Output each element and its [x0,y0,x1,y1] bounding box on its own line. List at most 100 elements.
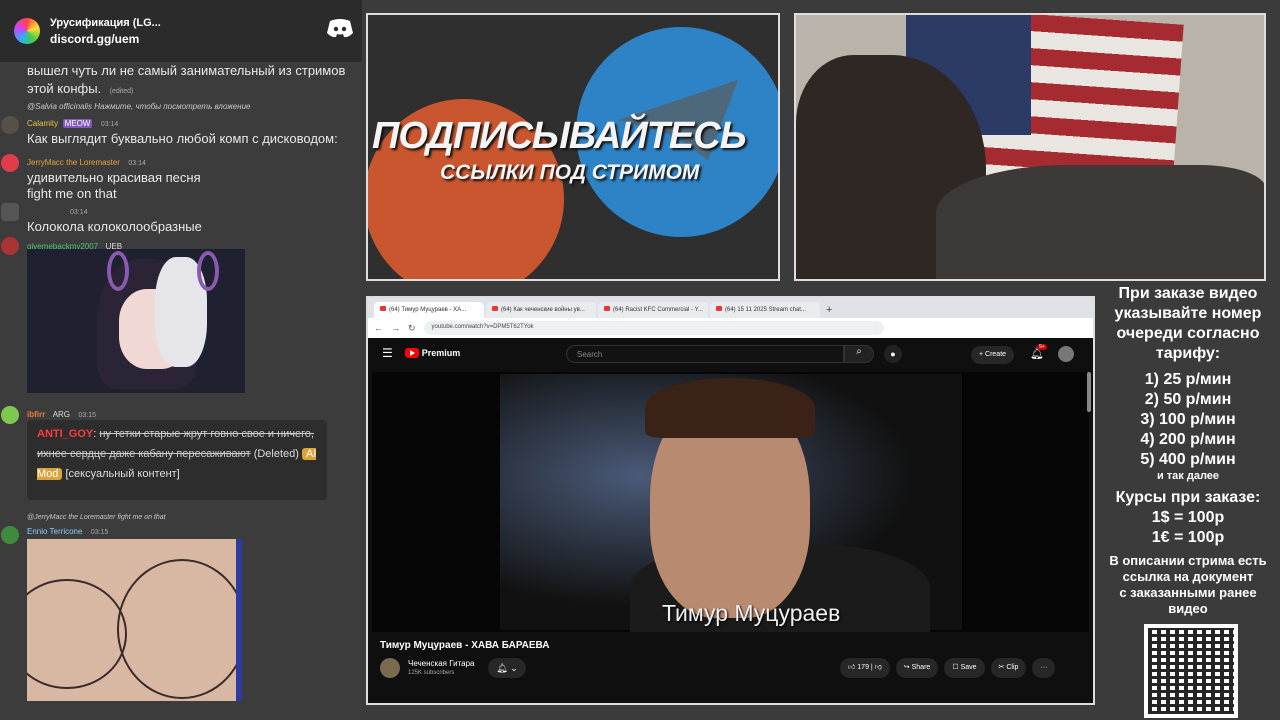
timestamp: 03:14 [100,121,119,128]
qr-code [1144,624,1238,718]
username[interactable]: Ennio Terricone [27,527,82,536]
user-badge: ARG [52,410,71,419]
video-title: Тимур Муцураев - ХАВА БАРАЕВА [380,640,550,651]
channel-avatar[interactable] [380,658,400,678]
search-input[interactable]: Search [566,345,844,363]
description-line: В описании стрима есть [1109,553,1267,568]
user-badge: MEOW [62,119,93,128]
save-icon: ☐ [952,664,959,671]
reload-icon[interactable]: ↻ [408,323,416,334]
menu-icon[interactable]: ☰ [382,346,393,360]
username[interactable]: ibfirr [27,410,45,419]
share-label: Share [911,664,931,671]
video-caption: Тимур Муцураев [662,600,841,626]
message-2: @Salvia officinalis Нажмите, чтобы посмо… [0,102,362,147]
subscribe-promo-banner: ПОДПИСЫВАЙТЕСЬ ССЫЛКИ ПОД СТРИМОМ [366,13,780,281]
video-actions: 👍︎ 179 | 👎︎ ↪ Share ☐ Save ✂ Clip ··· [840,658,1056,678]
channel-name[interactable]: Чеченская Гитара [408,659,475,668]
discord-logo-icon [327,19,353,38]
reply-preview[interactable]: @Salvia officinalis Нажмите, чтобы посмо… [27,102,362,111]
clip-label: Clip [1006,664,1019,671]
video-frame [500,374,962,632]
new-tab-button[interactable]: + [826,304,832,316]
scrollbar[interactable] [1087,372,1091,412]
save-button[interactable]: ☐ Save [944,658,985,678]
message-text: fight me on that [27,186,117,201]
server-invite[interactable]: discord.gg/uem [50,32,161,46]
message-text: Колокола колоколообразные [27,219,202,234]
back-icon[interactable]: ← [374,323,383,333]
avatar [1,237,19,255]
image-sketch-shape [117,559,236,699]
browser-window: (64) Тимур Муцураев - ХА... (64) Как чеч… [366,296,1095,705]
info-line: очереди согласно [1116,325,1260,342]
thumb-down-icon[interactable]: 👎︎ [875,664,882,671]
address-bar-row: ← → ↻ youtube.com/watch?v=DPM5T62TYok [368,318,1093,338]
message-3: JerryMacc the Loremaster 03:14 удивитель… [0,152,362,202]
eur-rate: 1€ = 100р [1151,529,1225,546]
avatar [1,203,19,221]
youtube-favicon-icon [492,306,498,311]
video-figure-cap [645,378,815,438]
username[interactable]: Calamity [27,119,58,128]
share-icon: ↪ [903,664,910,671]
browser-tab[interactable]: (64) Racist KFC Commercial - Y... [598,302,708,318]
timestamp: 03:14 [128,160,146,167]
thumb-up-icon: 👍︎ [848,664,856,671]
username[interactable]: JerryMacc the Loremaster [27,158,120,167]
tab-title: (64) 15 11 2025 Stream chat... [725,307,806,313]
info-line: При заказе видео [1118,285,1258,302]
automod-deleted-message: ANTI_GOY: ну тетки старые жрут говно сво… [27,420,327,500]
share-button[interactable]: ↪ Share [895,658,939,678]
search-icon[interactable]: ⌕ [844,345,874,363]
rate-etc: и так далее [1156,470,1220,482]
forward-icon[interactable]: → [391,323,400,333]
rate-item: 3) 100 р/мин [1140,411,1236,428]
microphone-icon[interactable]: ● [884,345,902,363]
timestamp: 03:14 [70,209,88,216]
avatar [1,406,19,424]
promo-headline: ПОДПИСЫВАЙТЕСЬ [372,115,747,157]
youtube-premium-logo[interactable]: Premium [422,348,461,358]
url-field[interactable]: youtube.com/watch?v=DPM5T62TYok [423,321,884,335]
browser-tab[interactable]: (64) 15 11 2025 Stream chat... [710,302,820,318]
description-line: ссылка на документ [1122,569,1254,584]
notification-count: 9+ [1037,344,1047,350]
usd-rate: 1$ = 100р [1151,509,1225,526]
edited-label: (edited) [109,88,134,95]
reply-preview[interactable]: @JerryMacc the Loremaster fight me on th… [27,514,362,521]
subscription-bell-button[interactable]: 🔔︎ ⌄ [488,658,526,678]
mentioned-user[interactable]: ANTI_GOY [37,428,93,440]
order-info-panel: При заказе видео указывайте номер очеред… [1098,284,1278,617]
save-label: Save [960,664,977,671]
video-player[interactable]: Тимур Муцураев [372,372,1089,632]
tab-title: (64) Racist KFC Commercial - Y... [613,307,703,313]
image-attachment[interactable] [27,539,242,701]
message-7: @JerryMacc the Loremaster fight me on th… [0,514,362,544]
anime-image-attachment[interactable] [27,249,245,393]
mod-reason: [сексуальный контент] [65,468,180,480]
image-sketch-shape [27,579,127,689]
promo-subtitle: ССЫЛКИ ПОД СТРИМОМ [440,161,700,184]
browser-tab[interactable]: (64) Как чеченские войны ув... [486,302,596,318]
courses-title: Курсы при заказе: [1115,489,1261,506]
more-actions-button[interactable]: ··· [1032,658,1056,678]
like-button[interactable]: 👍︎ 179 | 👎︎ [840,658,890,678]
server-header[interactable]: Урусификация (LG... discord.gg/uem [0,0,362,62]
create-button[interactable]: + Create [971,346,1015,364]
stream-layout: Урусификация (LG... discord.gg/uem вышел… [0,0,1280,720]
deleted-label: (Deleted) [253,448,299,460]
message-text: вышел чуть ли не самый занимательный из … [27,63,346,96]
discord-chat-panel: Урусификация (LG... discord.gg/uem вышел… [0,0,362,720]
server-name: Урусификация (LG... [50,16,161,29]
clip-button[interactable]: ✂ Clip [990,658,1027,678]
avatar [1,154,19,172]
browser-tab-bar: (64) Тимур Муцураев - ХА... (64) Как чеч… [368,298,1093,318]
browser-tab[interactable]: (64) Тимур Муцураев - ХА... [374,302,484,318]
account-avatar[interactable] [1058,346,1074,362]
image-figure-ear [197,251,219,291]
youtube-logo-icon[interactable] [404,348,419,358]
info-line: указывайте номер [1114,305,1262,322]
rate-item: 1) 25 р/мин [1144,371,1232,388]
tab-title: (64) Как чеченские войны ув... [501,307,585,313]
